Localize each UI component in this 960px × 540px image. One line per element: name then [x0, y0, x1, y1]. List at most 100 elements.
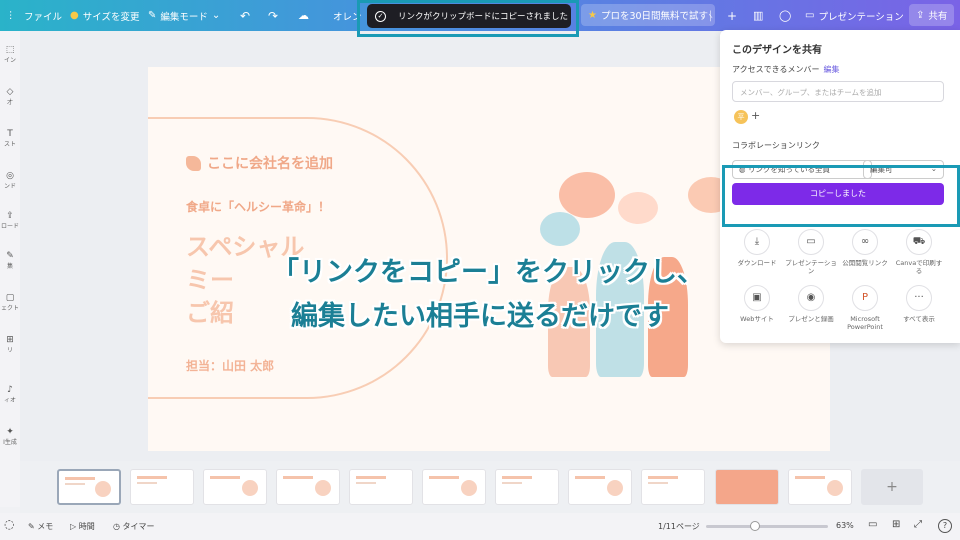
- resize-button[interactable]: ● サイズを変更: [70, 0, 139, 31]
- timer-icon: ◷: [113, 522, 123, 531]
- speech-bubble-illustration: [559, 172, 615, 218]
- file-menu[interactable]: ファイル: [24, 0, 62, 31]
- copy-button-highlight-frame: [722, 165, 960, 227]
- share-panel-title: このデザインを共有: [732, 45, 822, 56]
- brand-icon: ◎: [6, 171, 14, 181]
- star-icon: ★: [588, 9, 597, 21]
- speech-bubble-illustration: [540, 212, 580, 246]
- elements-icon: ◇: [6, 87, 14, 97]
- rail-toggle-icon[interactable]: ◌: [4, 517, 14, 531]
- truck-icon: ⛟: [906, 229, 932, 255]
- play-icon: ▷: [70, 522, 79, 531]
- audio-icon: ♪: [7, 385, 13, 395]
- page-thumbnail[interactable]: [788, 469, 852, 505]
- redo-icon[interactable]: ↷: [268, 0, 278, 31]
- zoom-value[interactable]: 63%: [836, 521, 854, 530]
- page-thumbnail[interactable]: [276, 469, 340, 505]
- share-option-label: プレゼンと録画: [788, 315, 834, 323]
- page-thumbnail[interactable]: [715, 469, 779, 505]
- check-circle-icon: ✓: [375, 10, 386, 22]
- share-option-public-link[interactable]: ∞ 公開閲覧リンク: [839, 229, 891, 267]
- speech-bubble-illustration: [618, 192, 658, 224]
- pro-trial-button[interactable]: ★ プロを30日間無料で試す: [581, 4, 716, 26]
- sidebar-item-elements[interactable]: ◇ 才: [0, 87, 20, 106]
- share-option-print[interactable]: ⛟ Canvaで印刷する: [893, 229, 945, 275]
- add-member-input[interactable]: メンバー、グループ、またはチームを追加: [732, 81, 944, 102]
- avatar[interactable]: 平: [734, 110, 748, 124]
- members-row: アクセスできるメンバー 編集: [732, 64, 839, 75]
- menu-icon[interactable]: ⋮: [6, 0, 16, 31]
- page-thumbnail[interactable]: [57, 469, 121, 505]
- cloud-sync-icon[interactable]: ☁: [298, 0, 309, 31]
- add-collaborator-icon[interactable]: +: [727, 0, 737, 31]
- share-option-label: すべて表示: [903, 315, 935, 323]
- toast-message: リンクがクリップボードにコピーされました: [398, 12, 569, 22]
- share-label: 共有: [928, 11, 948, 22]
- notes-button[interactable]: ✎ メモ: [28, 521, 53, 532]
- page-thumbnail[interactable]: [203, 469, 267, 505]
- add-page-button[interactable]: +: [861, 469, 923, 505]
- pencil-icon: ✎: [148, 10, 157, 21]
- present-button[interactable]: ▭ プレゼンテーション: [805, 0, 904, 31]
- undo-icon[interactable]: ↶: [240, 0, 250, 31]
- timer-button[interactable]: ◷ タイマー: [113, 521, 155, 532]
- more-icon: ···: [906, 285, 932, 311]
- slide-author[interactable]: 担当：山田 太郎: [186, 357, 274, 374]
- sidebar-item-design[interactable]: ⬚ イン: [0, 45, 20, 64]
- page-thumbnail[interactable]: [422, 469, 486, 505]
- analytics-icon[interactable]: ▥: [753, 0, 763, 31]
- zoom-slider[interactable]: [706, 521, 828, 531]
- page-view-icon[interactable]: ▭: [868, 519, 877, 530]
- page-thumbnail[interactable]: [641, 469, 705, 505]
- comment-icon[interactable]: ◯: [779, 0, 791, 31]
- help-icon[interactable]: ?: [938, 519, 952, 533]
- bottom-bar: ◌ ✎ メモ ▷ 時間 ◷ タイマー 1/11ページ 63% ▭ ⊞ ⤢ ?: [0, 513, 960, 540]
- add-member-icon[interactable]: +: [751, 109, 760, 122]
- time-label: 時間: [78, 522, 95, 531]
- sidebar-item-apps[interactable]: ⊞ リ: [0, 335, 20, 354]
- sidebar-item-label: ィオ: [3, 397, 16, 404]
- share-option-record[interactable]: ◉ プレゼンと録画: [785, 285, 837, 323]
- grid-view-icon[interactable]: ⊞: [892, 519, 900, 530]
- sidebar-item-label: 才: [6, 99, 13, 106]
- share-option-download[interactable]: ⤓ ダウンロード: [731, 229, 783, 267]
- upload-icon: ⇪: [916, 9, 925, 21]
- page-thumbnails: +: [20, 461, 960, 513]
- sidebar-item-audio[interactable]: ♪ ィオ: [0, 385, 20, 404]
- fullscreen-icon[interactable]: ⤢: [914, 519, 922, 530]
- share-option-website[interactable]: ▣ Webサイト: [731, 285, 783, 323]
- share-option-powerpoint[interactable]: P Microsoft PowerPoint: [839, 285, 891, 331]
- edit-mode-dropdown[interactable]: ✎ 編集モード ⌄: [148, 0, 224, 31]
- share-option-present[interactable]: ▭ プレゼンテーション: [785, 229, 837, 275]
- sidebar-item-label: リ: [6, 347, 13, 354]
- sidebar-item-text[interactable]: T スト: [0, 129, 20, 148]
- page-thumbnail[interactable]: [568, 469, 632, 505]
- page-thumbnail[interactable]: [495, 469, 559, 505]
- slide-tagline[interactable]: 食卓に「ヘルシー革命」！: [186, 198, 330, 215]
- share-button[interactable]: ⇪ 共有: [909, 4, 955, 26]
- collaborator-icon[interactable]: ᚾ: [707, 0, 714, 31]
- page-thumbnail[interactable]: [349, 469, 413, 505]
- members-edit-link[interactable]: 編集: [823, 65, 839, 74]
- page-thumbnail[interactable]: [130, 469, 194, 505]
- company-logo[interactable]: ここに会社名を追加: [186, 153, 333, 173]
- zoom-slider-knob[interactable]: [749, 521, 760, 531]
- share-option-label: ダウンロード: [737, 259, 777, 267]
- time-button[interactable]: ▷ 時間: [70, 521, 95, 532]
- notes-label: メモ: [37, 522, 54, 531]
- crown-icon: ●: [70, 10, 79, 21]
- resize-label: サイズを変更: [82, 11, 140, 23]
- sparkle-icon: ✦: [6, 427, 14, 437]
- page-indicator[interactable]: 1/11ページ: [658, 521, 700, 532]
- notes-icon: ✎: [28, 522, 38, 531]
- sidebar-item-uploads[interactable]: ⇪ ロード: [0, 211, 20, 230]
- share-option-see-all[interactable]: ··· すべて表示: [893, 285, 945, 323]
- members-label: アクセスできるメンバー: [732, 65, 820, 74]
- sidebar-item-brand[interactable]: ◎ ンド: [0, 171, 20, 190]
- sidebar-item-label: ロード: [0, 223, 19, 230]
- sidebar-item-ai[interactable]: ✦ I生成: [0, 427, 20, 446]
- sidebar-item-label: スト: [3, 141, 16, 148]
- share-option-label: Webサイト: [740, 315, 774, 323]
- leaf-icon: [186, 155, 201, 171]
- presentation-icon: ▭: [798, 229, 824, 255]
